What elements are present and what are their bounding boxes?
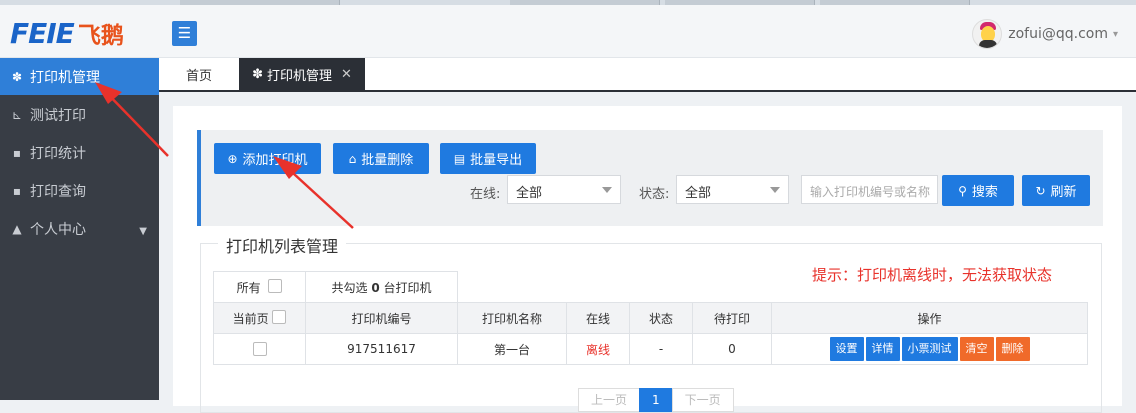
user-icon: ▲ bbox=[12, 221, 22, 236]
clear-button[interactable]: 清空 bbox=[959, 337, 994, 361]
add-printer-button[interactable]: ⊕ 添加打印机 bbox=[214, 143, 321, 174]
refresh-button[interactable]: ↻ 刷新 bbox=[1022, 175, 1090, 206]
sidebar: ✽ 打印机管理 ⊾ 测试打印 ▪ 打印统计 ▪ 打印查询 ▲ 个人中心 ▼ bbox=[0, 58, 159, 400]
sidebar-item-label: 打印机管理 bbox=[30, 69, 100, 86]
details-button[interactable]: 详情 bbox=[865, 337, 900, 361]
column-header: 状态 bbox=[629, 302, 693, 334]
column-header: 打印机名称 bbox=[457, 302, 567, 334]
delete-button[interactable]: 删除 bbox=[995, 337, 1030, 361]
chevron-down-icon: ▼ bbox=[139, 226, 147, 237]
column-header: 在线 bbox=[566, 302, 630, 334]
table-header: 当前页 打印机编号 打印机名称 在线 状态 待打印 操作 bbox=[213, 302, 1088, 334]
column-header: 待打印 bbox=[692, 302, 772, 334]
current-page-cell: 当前页 bbox=[213, 302, 306, 334]
comment-icon: ▪ bbox=[12, 183, 22, 198]
batch-delete-label: 批量删除 bbox=[361, 153, 414, 168]
avatar bbox=[972, 19, 1003, 49]
selected-count-prefix: 共勾选 bbox=[331, 280, 368, 295]
selected-count-suffix: 台打印机 bbox=[383, 280, 432, 295]
sidebar-item-print-stats[interactable]: ▪ 打印统计 bbox=[0, 134, 159, 171]
select-all-checkbox[interactable] bbox=[268, 278, 283, 293]
basket-icon: ⌂ bbox=[348, 151, 357, 166]
prev-page-button[interactable]: 上一页 bbox=[578, 388, 641, 412]
page-tabs: 首页 ✽ 打印机管理 ✕ bbox=[159, 58, 1136, 92]
search-input[interactable]: 输入打印机编号或名称 bbox=[801, 175, 938, 204]
sidebar-item-label: 测试打印 bbox=[30, 107, 86, 124]
online-filter-value: 全部 bbox=[516, 186, 543, 201]
refresh-icon: ↻ bbox=[1035, 183, 1046, 198]
export-icon: ▤ bbox=[453, 151, 466, 166]
next-page-button[interactable]: 下一页 bbox=[671, 388, 734, 412]
refresh-label: 刷新 bbox=[1050, 185, 1077, 200]
logo-text-cn: 飞鹅 bbox=[77, 23, 124, 49]
printer-table: 所有 共勾选 0 台打印机 当前页 打印机编号 打印机名称 在线 状态 待打印 … bbox=[213, 271, 1088, 365]
column-header: 操作 bbox=[771, 302, 1088, 334]
comment-icon: ▪ bbox=[12, 145, 22, 160]
table-row: 917511617 第一台 离线 - 0 设置 详情 小票测试 清空 删除 bbox=[213, 333, 1088, 365]
status-filter-select[interactable]: 全部 bbox=[676, 175, 789, 204]
sidebar-item-label: 打印统计 bbox=[30, 145, 86, 162]
user-menu[interactable]: zofui@qq.com ▾ bbox=[972, 19, 1118, 49]
logo-text-en: FEIE bbox=[10, 16, 75, 50]
plus-circle-icon: ⊕ bbox=[227, 151, 238, 166]
tab-home[interactable]: 首页 bbox=[159, 58, 239, 90]
menu-toggle-icon[interactable]: ☰ bbox=[172, 21, 197, 46]
select-all-row: 所有 共勾选 0 台打印机 bbox=[213, 271, 1088, 303]
column-header: 打印机编号 bbox=[305, 302, 458, 334]
search-label: 搜索 bbox=[971, 185, 998, 200]
online-filter-select[interactable]: 全部 bbox=[507, 175, 621, 204]
row-actions: 设置 详情 小票测试 清空 删除 bbox=[771, 333, 1088, 365]
sidebar-item-personal-center[interactable]: ▲ 个人中心 ▼ bbox=[0, 210, 159, 247]
chart-icon: ⊾ bbox=[11, 107, 23, 122]
sidebar-item-printer-management[interactable]: ✽ 打印机管理 bbox=[0, 58, 159, 95]
batch-export-label: 批量导出 bbox=[470, 153, 523, 168]
batch-export-button[interactable]: ▤ 批量导出 bbox=[440, 143, 536, 174]
search-button[interactable]: ⚲ 搜索 bbox=[942, 175, 1014, 206]
printer-name: 第一台 bbox=[457, 333, 567, 365]
selected-count-value: 0 bbox=[371, 280, 380, 295]
chevron-down-icon bbox=[602, 187, 612, 193]
chevron-down-icon: ▾ bbox=[1112, 28, 1118, 40]
pagination: 上一页 1 下一页 bbox=[578, 388, 734, 412]
settings-button[interactable]: 设置 bbox=[829, 337, 864, 361]
current-page-checkbox[interactable] bbox=[272, 309, 287, 324]
sidebar-item-print-query[interactable]: ▪ 打印查询 bbox=[0, 172, 159, 209]
row-checkbox-cell bbox=[213, 333, 306, 365]
printer-id: 917511617 bbox=[305, 333, 458, 365]
selected-count: 共勾选 0 台打印机 bbox=[305, 271, 458, 303]
online-filter-label: 在线: bbox=[470, 187, 501, 202]
top-header: FEIE 飞鹅 ☰ zofui@qq.com ▾ bbox=[0, 5, 1136, 58]
close-icon[interactable]: ✕ bbox=[341, 67, 352, 82]
receipt-test-button[interactable]: 小票测试 bbox=[901, 337, 958, 361]
cubes-icon: ✽ bbox=[252, 66, 263, 82]
search-icon: ⚲ bbox=[958, 183, 967, 198]
printer-status: - bbox=[629, 333, 693, 365]
select-all-label: 所有 bbox=[236, 280, 261, 295]
logo: FEIE 飞鹅 bbox=[10, 15, 124, 51]
printer-list-title: 打印机列表管理 bbox=[218, 233, 347, 257]
chevron-down-icon bbox=[770, 187, 780, 193]
tab-printer-management[interactable]: ✽ 打印机管理 ✕ bbox=[239, 58, 365, 90]
status-filter-value: 全部 bbox=[685, 186, 712, 201]
user-email: zofui@qq.com bbox=[1008, 26, 1108, 42]
status-filter-label: 状态: bbox=[639, 187, 670, 202]
row-checkbox[interactable] bbox=[252, 342, 267, 357]
tab-label: 打印机管理 bbox=[266, 68, 332, 84]
batch-delete-button[interactable]: ⌂ 批量删除 bbox=[333, 143, 429, 174]
page-number-button[interactable]: 1 bbox=[639, 388, 673, 412]
cubes-icon: ✽ bbox=[11, 69, 23, 84]
add-printer-label: 添加打印机 bbox=[242, 153, 308, 168]
online-status: 离线 bbox=[566, 333, 630, 365]
current-page-label: 当前页 bbox=[232, 311, 269, 326]
pending-count: 0 bbox=[692, 333, 772, 365]
select-all-cell: 所有 bbox=[213, 271, 306, 303]
sidebar-item-label: 打印查询 bbox=[30, 183, 86, 200]
sidebar-item-label: 个人中心 bbox=[30, 221, 86, 238]
sidebar-item-test-print[interactable]: ⊾ 测试打印 bbox=[0, 96, 159, 133]
